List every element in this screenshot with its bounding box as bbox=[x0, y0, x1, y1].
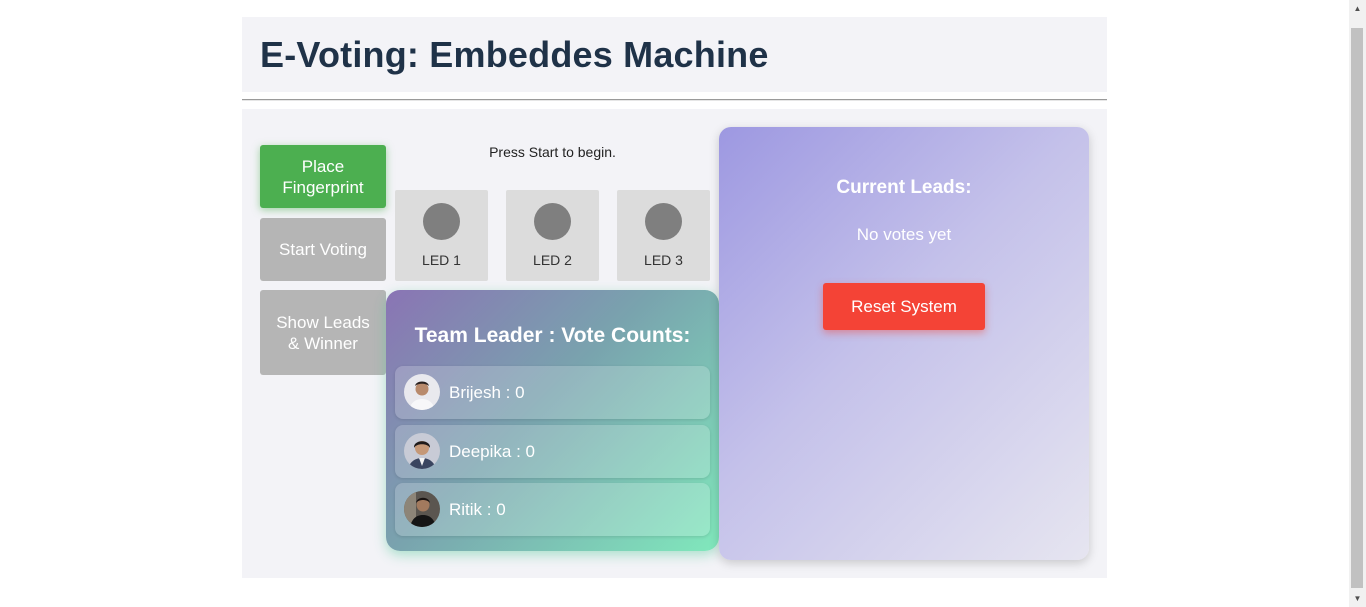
avatar bbox=[404, 433, 440, 469]
current-leads-title: Current Leads: bbox=[836, 177, 972, 198]
vote-counts-title: Team Leader : Vote Counts: bbox=[414, 324, 691, 347]
led-label: LED 3 bbox=[644, 252, 683, 268]
scroll-down-arrow-icon[interactable]: ▼ bbox=[1349, 590, 1366, 607]
candidate-row-deepika: Deepika : 0 bbox=[395, 425, 710, 478]
candidate-row-ritik: Ritik : 0 bbox=[395, 483, 710, 536]
led-3: LED 3 bbox=[617, 190, 710, 281]
page-scrollbar[interactable]: ▲ ▼ bbox=[1349, 0, 1366, 607]
led-indicator bbox=[423, 203, 460, 240]
led-label: LED 1 bbox=[422, 252, 461, 268]
leads-message: No votes yet bbox=[856, 225, 952, 244]
header-divider bbox=[242, 99, 1107, 101]
scroll-up-arrow-icon[interactable]: ▲ bbox=[1349, 0, 1366, 17]
current-leads-panel: Current Leads: No votes yet Reset System bbox=[719, 127, 1089, 560]
page-title: E-Voting: Embeddes Machine bbox=[260, 34, 769, 75]
avatar bbox=[404, 374, 440, 410]
vote-counts-panel: Team Leader : Vote Counts: Brijesh : 0 D… bbox=[386, 290, 719, 551]
reset-system-button[interactable]: Reset System bbox=[823, 283, 985, 330]
place-fingerprint-button[interactable]: Place Fingerprint bbox=[260, 145, 386, 208]
avatar bbox=[404, 491, 440, 527]
led-indicator bbox=[645, 203, 682, 240]
candidate-row-brijesh: Brijesh : 0 bbox=[395, 366, 710, 419]
led-indicator bbox=[534, 203, 571, 240]
candidate-vote-count: Deepika : 0 bbox=[449, 442, 535, 461]
led-1: LED 1 bbox=[395, 190, 488, 281]
led-2: LED 2 bbox=[506, 190, 599, 281]
led-label: LED 2 bbox=[533, 252, 572, 268]
start-voting-button[interactable]: Start Voting bbox=[260, 218, 386, 281]
candidate-vote-count: Brijesh : 0 bbox=[449, 383, 525, 402]
scroll-thumb[interactable] bbox=[1351, 28, 1363, 588]
page-header: E-Voting: Embeddes Machine bbox=[242, 17, 1107, 92]
show-leads-winner-button[interactable]: Show Leads & Winner bbox=[260, 290, 386, 375]
candidate-vote-count: Ritik : 0 bbox=[449, 500, 506, 519]
status-message: Press Start to begin. bbox=[489, 144, 616, 160]
main-panel: Place Fingerprint Start Voting Show Lead… bbox=[242, 109, 1107, 578]
